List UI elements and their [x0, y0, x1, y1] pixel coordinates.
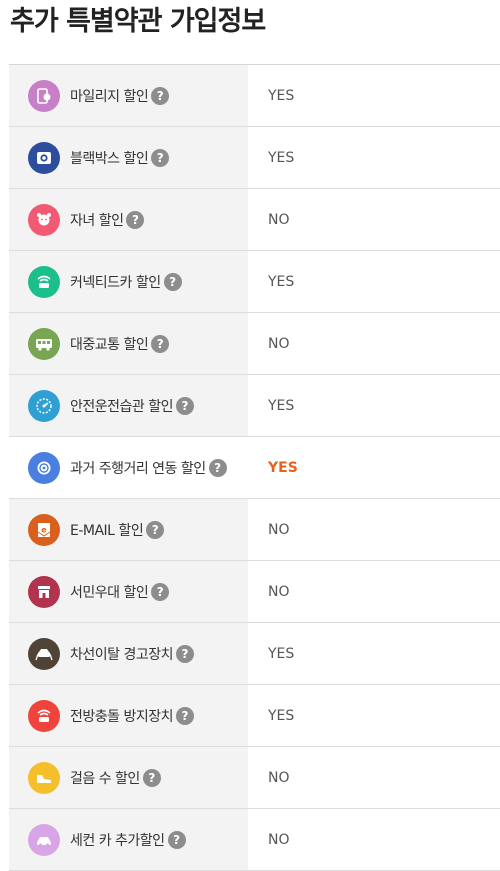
row-value: YES [248, 375, 500, 436]
help-icon[interactable]: ? [151, 334, 170, 353]
bus-icon [28, 327, 60, 360]
row-value: NO [248, 313, 500, 374]
row-value: YES [248, 65, 500, 126]
help-icon[interactable]: ? [151, 86, 170, 105]
help-icon[interactable]: ? [167, 830, 186, 849]
table-row: 안전운전습관 할인? YES [9, 375, 500, 437]
table-row: 걸음 수 할인? NO [9, 747, 500, 809]
row-value: YES [248, 251, 500, 312]
table-row: 마일리지 할인? YES [9, 65, 500, 127]
row-label: 차선이탈 경고장치 [70, 646, 174, 663]
help-icon[interactable]: ? [176, 644, 194, 663]
help-icon[interactable]: ? [146, 520, 165, 539]
row-value: NO [248, 189, 500, 250]
collision-warning-icon [28, 699, 60, 732]
help-icon[interactable]: ? [126, 210, 145, 229]
row-label: 마일리지 할인 [70, 88, 149, 105]
row-value: YES [248, 685, 500, 746]
table-row: 자녀 할인? NO [9, 189, 500, 251]
table-row: 커넥티드카 할인? YES [9, 251, 500, 313]
table-row: 차선이탈 경고장치? YES [9, 623, 500, 685]
label-cell: 전방충돌 방지장치? [9, 685, 248, 746]
store-icon [28, 575, 60, 608]
row-label: 자녀 할인 [70, 212, 124, 229]
label-cell: 마일리지 할인? [9, 65, 248, 126]
row-label: 과거 주행거리 연동 할인 [70, 460, 206, 477]
label-cell: 걸음 수 할인? [9, 747, 248, 808]
row-value: NO [248, 499, 500, 560]
help-icon[interactable]: ? [151, 582, 170, 601]
row-label: 안전운전습관 할인 [70, 398, 174, 415]
label-cell: 자녀 할인? [9, 189, 248, 250]
row-label: 세컨 카 추가할인 [70, 832, 165, 849]
help-icon[interactable]: ? [176, 396, 194, 415]
row-value: NO [248, 561, 500, 622]
email-icon: e [28, 513, 60, 546]
svg-text:e: e [41, 525, 47, 534]
label-cell: 차선이탈 경고장치? [9, 623, 248, 684]
row-value: NO [248, 809, 500, 870]
child-icon [28, 203, 60, 236]
row-value: NO [248, 747, 500, 808]
row-value: YES [248, 437, 500, 498]
label-cell: 안전운전습관 할인? [9, 375, 248, 436]
table-row: 서민우대 할인? NO [9, 561, 500, 623]
row-value: YES [248, 623, 500, 684]
blackbox-camera-icon [28, 141, 60, 174]
help-icon[interactable]: ? [142, 768, 161, 787]
walking-shoe-icon [28, 761, 60, 794]
row-label: 커넥티드카 할인 [70, 274, 161, 291]
help-icon[interactable]: ? [163, 272, 182, 291]
label-cell: 대중교통 할인? [9, 313, 248, 374]
second-car-icon [28, 823, 60, 856]
help-icon[interactable]: ? [208, 458, 227, 477]
label-cell: 커넥티드카 할인? [9, 251, 248, 312]
table-row: e E-MAIL 할인? NO [9, 499, 500, 561]
row-label: E-MAIL 할인 [70, 522, 144, 539]
label-cell: 세컨 카 추가할인? [9, 809, 248, 870]
table-row: 블랙박스 할인? YES [9, 127, 500, 189]
row-label: 전방충돌 방지장치 [70, 708, 174, 725]
odometer-icon [28, 451, 60, 484]
table-row: 대중교통 할인? NO [9, 313, 500, 375]
table-row: 과거 주행거리 연동 할인? YES [9, 437, 500, 499]
gauge-icon [28, 389, 60, 422]
label-cell: 과거 주행거리 연동 할인? [9, 437, 248, 498]
lane-departure-icon [28, 637, 60, 670]
table-row: 전방충돌 방지장치? YES [9, 685, 500, 747]
help-icon[interactable]: ? [151, 148, 170, 167]
label-cell: 블랙박스 할인? [9, 127, 248, 188]
label-cell: 서민우대 할인? [9, 561, 248, 622]
special-terms-table: 마일리지 할인? YES 블랙박스 할인? YES 자녀 할인? NO 커넥티드카 할인? Y… [9, 64, 500, 871]
connected-car-icon [28, 265, 60, 298]
row-label: 걸음 수 할인 [70, 770, 140, 787]
help-icon[interactable]: ? [176, 706, 194, 725]
row-label: 서민우대 할인 [70, 584, 149, 601]
mileage-icon [28, 79, 60, 112]
page-title: 추가 특별약관 가입정보 [10, 6, 266, 37]
row-value: YES [248, 127, 500, 188]
row-label: 블랙박스 할인 [70, 150, 149, 167]
row-label: 대중교통 할인 [70, 336, 149, 353]
label-cell: e E-MAIL 할인? [9, 499, 248, 560]
table-row: 세컨 카 추가할인? NO [9, 809, 500, 871]
